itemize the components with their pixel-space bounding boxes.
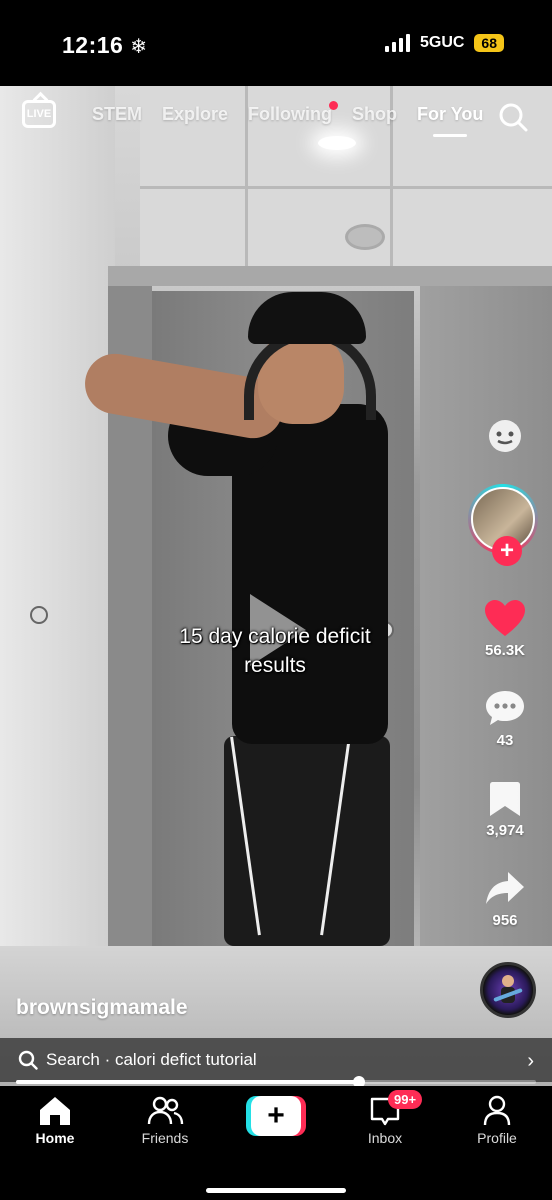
save-count: 3,974 <box>486 822 524 839</box>
tab-following[interactable]: Following <box>248 101 339 125</box>
search-icon <box>18 1050 38 1070</box>
heart-icon <box>485 600 525 636</box>
caption-line: 15 day calorie deficit <box>179 625 371 648</box>
home-indicator <box>206 1188 346 1193</box>
save-button[interactable]: 3,974 <box>470 780 540 839</box>
status-bar: 12:16 ❄ 5GUC 68 <box>0 0 552 86</box>
share-count: 956 <box>492 912 518 929</box>
like-button[interactable]: 56.3K <box>470 598 540 659</box>
progress-fill <box>16 1080 360 1084</box>
emoji-reaction-button[interactable] <box>470 416 540 460</box>
comment-count: 43 <box>496 732 514 749</box>
home-icon <box>40 1097 70 1125</box>
bookmark-icon <box>490 782 520 816</box>
tab-stem[interactable]: STEM <box>92 104 142 125</box>
friends-icon <box>147 1096 184 1125</box>
related-search-bar[interactable]: Search · calori defict tutorial › <box>0 1038 552 1082</box>
nav-friends[interactable]: Friends <box>120 1094 210 1146</box>
music-disc[interactable] <box>480 962 536 1018</box>
plus-icon: + <box>251 1096 301 1136</box>
search-icon[interactable] <box>498 102 528 132</box>
live-icon[interactable]: LIVE <box>22 100 56 128</box>
share-button[interactable]: 956 <box>470 868 540 929</box>
status-time: 12:16 ❄ <box>62 32 147 59</box>
top-nav: LIVE STEM Explore Following Shop For You <box>0 86 552 148</box>
tab-shop[interactable]: Shop <box>352 104 397 125</box>
ceiling-vent <box>345 224 385 250</box>
battery-level: 68 <box>474 34 504 52</box>
like-count: 56.3K <box>484 642 526 659</box>
profile-icon <box>483 1095 511 1126</box>
stall-rail <box>108 266 552 286</box>
signal-icon <box>384 34 410 52</box>
person-pants <box>224 736 390 946</box>
comment-icon <box>486 691 524 725</box>
snowflake-icon: ❄ <box>130 36 148 58</box>
tab-explore[interactable]: Explore <box>162 104 228 125</box>
nav-profile-label: Profile <box>477 1130 517 1146</box>
feed-tabs: STEM Explore Following Shop For You <box>92 101 483 137</box>
nav-home-label: Home <box>35 1130 75 1146</box>
guitarist-icon <box>493 975 523 1003</box>
video-caption: 15 day calorie deficit results <box>130 622 420 680</box>
clock: 12:16 <box>62 32 124 58</box>
nav-inbox[interactable]: 99+ Inbox <box>340 1090 430 1146</box>
live-label: LIVE <box>26 108 52 120</box>
tab-following-label: Following <box>248 104 333 124</box>
bottom-nav: Home Friends + 99+ Inbox Profile <box>0 1086 552 1200</box>
share-icon <box>486 872 524 904</box>
smiley-icon <box>489 420 521 452</box>
nav-friends-label: Friends <box>141 1130 189 1146</box>
notification-dot <box>329 101 339 110</box>
comment-button[interactable]: 43 <box>470 688 540 749</box>
video-progress-bar[interactable] <box>16 1076 536 1088</box>
network-type: 5GUC <box>419 34 465 51</box>
creator-username[interactable]: brownsigmamale <box>16 996 188 1020</box>
wall <box>0 86 115 956</box>
wall-knob <box>30 606 48 624</box>
nav-inbox-label: Inbox <box>367 1130 403 1146</box>
nav-home[interactable]: Home <box>10 1094 100 1146</box>
nav-profile[interactable]: Profile <box>452 1094 542 1146</box>
tab-for-you[interactable]: For You <box>417 104 483 137</box>
inbox-badge: 99+ <box>388 1090 423 1109</box>
search-query: Search · calori defict tutorial <box>46 1050 257 1069</box>
caption-line: results <box>244 654 306 677</box>
status-indicators: 5GUC 68 <box>384 34 504 52</box>
follow-button[interactable]: + <box>492 536 522 566</box>
video-player[interactable]: 15 day calorie deficit results <box>0 86 552 1086</box>
chevron-right-icon: › <box>527 1050 534 1072</box>
create-button[interactable]: + <box>246 1096 306 1136</box>
